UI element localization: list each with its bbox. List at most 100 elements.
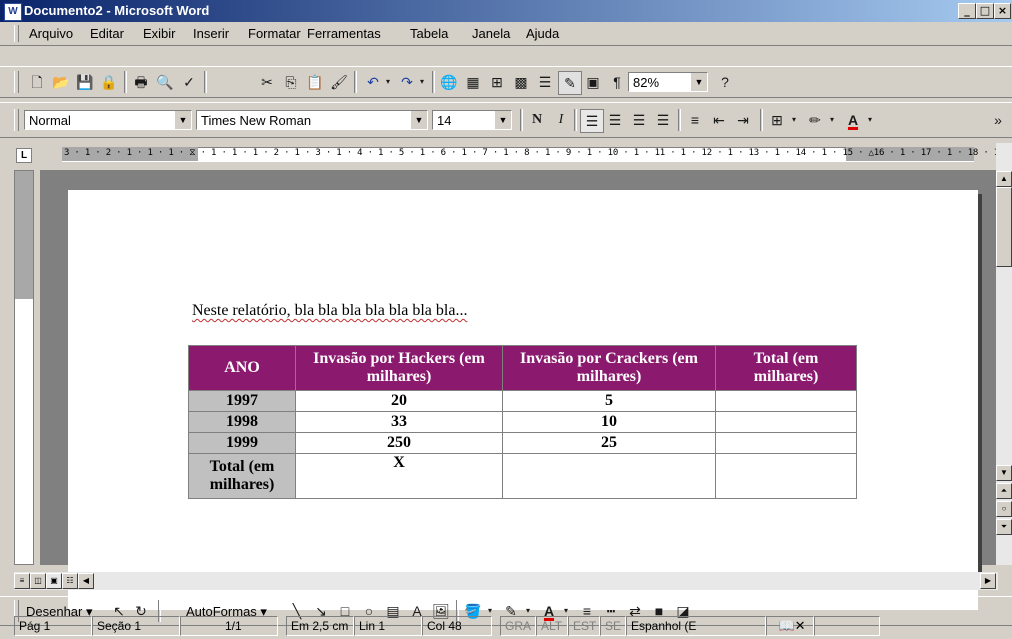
- tab-selector[interactable]: L: [16, 148, 32, 163]
- browse-object-icon[interactable]: ○: [996, 501, 1012, 517]
- new-document-icon[interactable]: 🗋: [26, 71, 48, 93]
- zoom-combo[interactable]: 82% ▼: [628, 72, 708, 92]
- close-button[interactable]: ×: [994, 3, 1011, 19]
- scroll-right-icon[interactable]: ▶: [980, 573, 996, 589]
- scroll-thumb[interactable]: [996, 187, 1012, 267]
- table-cell[interactable]: 1999: [188, 432, 296, 454]
- align-left-icon[interactable]: ☰: [580, 109, 604, 133]
- table-cell[interactable]: [715, 411, 857, 433]
- font-color-button[interactable]: A: [842, 109, 864, 131]
- style-combo[interactable]: Normal ▼: [24, 110, 192, 130]
- web-layout-view-icon[interactable]: ◫: [30, 573, 46, 589]
- table-cell[interactable]: 25: [502, 432, 716, 454]
- next-page-icon[interactable]: ⏷: [996, 519, 1012, 535]
- vertical-scrollbar[interactable]: ▲ ▼ ⏶ ○ ⏷: [996, 143, 1012, 565]
- toolbar-grip[interactable]: [14, 109, 19, 131]
- font-size-combo[interactable]: 14 ▼: [432, 110, 512, 130]
- redo-dropdown-icon[interactable]: ▾: [416, 71, 428, 93]
- tables-borders-icon[interactable]: ▦: [462, 71, 484, 93]
- bold-button[interactable]: N: [526, 109, 548, 131]
- table-cell[interactable]: 33: [295, 411, 503, 433]
- table-header[interactable]: Total (em milhares): [715, 345, 857, 391]
- document-map-icon[interactable]: ▣: [582, 71, 604, 93]
- borders-dropdown-icon[interactable]: ▾: [788, 109, 800, 131]
- hyperlink-icon[interactable]: 🌐: [438, 71, 460, 93]
- table-header[interactable]: Invasão por Crackers (em milhares): [502, 345, 716, 391]
- menu-janela[interactable]: Janela: [472, 26, 510, 41]
- columns-icon[interactable]: ☰: [534, 71, 556, 93]
- menu-grip[interactable]: [14, 25, 19, 42]
- print-icon[interactable]: 🖶: [130, 71, 152, 93]
- status-trk[interactable]: ALT: [536, 616, 568, 636]
- open-folder-icon[interactable]: 📂: [50, 71, 72, 93]
- highlight-dropdown-icon[interactable]: ▾: [826, 109, 838, 131]
- numbering-icon[interactable]: ≡: [684, 109, 706, 131]
- table-cell[interactable]: [715, 453, 857, 499]
- help-icon[interactable]: ?: [714, 71, 736, 93]
- spelling-icon[interactable]: ✓: [178, 71, 200, 93]
- spelling-status-icon[interactable]: 📖✕: [766, 616, 814, 636]
- font-size-dropdown-icon[interactable]: ▼: [494, 111, 511, 129]
- previous-page-icon[interactable]: ⏶: [996, 483, 1012, 499]
- menu-ferramentas[interactable]: Ferramentas: [307, 26, 381, 41]
- permission-icon[interactable]: 🔒: [98, 71, 120, 93]
- scroll-up-icon[interactable]: ▲: [996, 171, 1012, 187]
- italic-button[interactable]: I: [550, 109, 572, 131]
- format-painter-icon[interactable]: 🖌: [328, 71, 350, 93]
- justify-icon[interactable]: ☰: [652, 109, 674, 131]
- print-layout-view-icon[interactable]: ▣: [46, 573, 62, 589]
- table-cell[interactable]: 250: [295, 432, 503, 454]
- table-cell[interactable]: [715, 390, 857, 412]
- menu-editar[interactable]: Editar: [90, 26, 124, 41]
- minimize-button[interactable]: _: [958, 3, 976, 19]
- table-cell[interactable]: 20: [295, 390, 503, 412]
- menu-inserir[interactable]: Inserir: [193, 26, 229, 41]
- font-color-dropdown-icon[interactable]: ▾: [864, 109, 876, 131]
- save-icon[interactable]: 💾: [74, 71, 96, 93]
- increase-indent-icon[interactable]: ⇥: [732, 109, 754, 131]
- style-dropdown-icon[interactable]: ▼: [174, 111, 191, 129]
- vertical-ruler[interactable]: [14, 170, 34, 565]
- status-rec[interactable]: GRA: [500, 616, 536, 636]
- cut-icon[interactable]: ✂: [256, 71, 278, 93]
- insert-table-icon[interactable]: ⊞: [486, 71, 508, 93]
- document-paragraph[interactable]: Neste relatório, bla bla bla bla bla bla…: [192, 302, 467, 320]
- show-hide-icon[interactable]: ¶: [606, 71, 628, 93]
- menu-ajuda[interactable]: Ajuda: [526, 26, 559, 41]
- status-language[interactable]: Espanhol (E: [626, 616, 766, 636]
- table-cell[interactable]: 10: [502, 411, 716, 433]
- word-app-icon[interactable]: W: [4, 3, 22, 21]
- table-header[interactable]: Invasão por Hackers (em milhares): [295, 345, 503, 391]
- table-cell[interactable]: X: [295, 453, 503, 499]
- horizontal-scrollbar[interactable]: ≡ ◫ ▣ ☷ ◀ ▶: [14, 572, 998, 590]
- toolbar-grip[interactable]: [14, 71, 19, 93]
- font-dropdown-icon[interactable]: ▼: [410, 111, 427, 129]
- drawing-icon[interactable]: ✎: [558, 71, 582, 95]
- zoom-dropdown-icon[interactable]: ▼: [690, 73, 707, 91]
- table-cell[interactable]: [715, 432, 857, 454]
- menu-formatar[interactable]: Formatar: [248, 26, 301, 41]
- borders-icon[interactable]: ⊞: [766, 109, 788, 131]
- menu-tabela[interactable]: Tabela: [410, 26, 448, 41]
- copy-icon[interactable]: ⎘: [280, 71, 302, 93]
- paste-icon[interactable]: 📋: [304, 71, 326, 93]
- print-preview-icon[interactable]: 🔍: [154, 71, 176, 93]
- align-center-icon[interactable]: ☰: [604, 109, 626, 131]
- toolbar-options-icon[interactable]: »: [990, 109, 1006, 131]
- scroll-left-icon[interactable]: ◀: [78, 573, 94, 589]
- undo-dropdown-icon[interactable]: ▾: [382, 71, 394, 93]
- table-cell[interactable]: 5: [502, 390, 716, 412]
- menu-arquivo[interactable]: Arquivo: [29, 26, 73, 41]
- insert-excel-icon[interactable]: ▩: [510, 71, 532, 93]
- highlight-icon[interactable]: ✏: [804, 109, 826, 131]
- maximize-button[interactable]: □: [976, 3, 994, 19]
- table-cell[interactable]: Total (em milhares): [188, 453, 296, 499]
- status-ovr[interactable]: SE: [600, 616, 626, 636]
- scroll-down-icon[interactable]: ▼: [996, 465, 1012, 481]
- table-cell[interactable]: [502, 453, 716, 499]
- table-header[interactable]: ANO: [188, 345, 296, 391]
- align-right-icon[interactable]: ☰: [628, 109, 650, 131]
- redo-icon[interactable]: ↷: [396, 71, 418, 93]
- font-combo[interactable]: Times New Roman ▼: [196, 110, 428, 130]
- decrease-indent-icon[interactable]: ⇤: [708, 109, 730, 131]
